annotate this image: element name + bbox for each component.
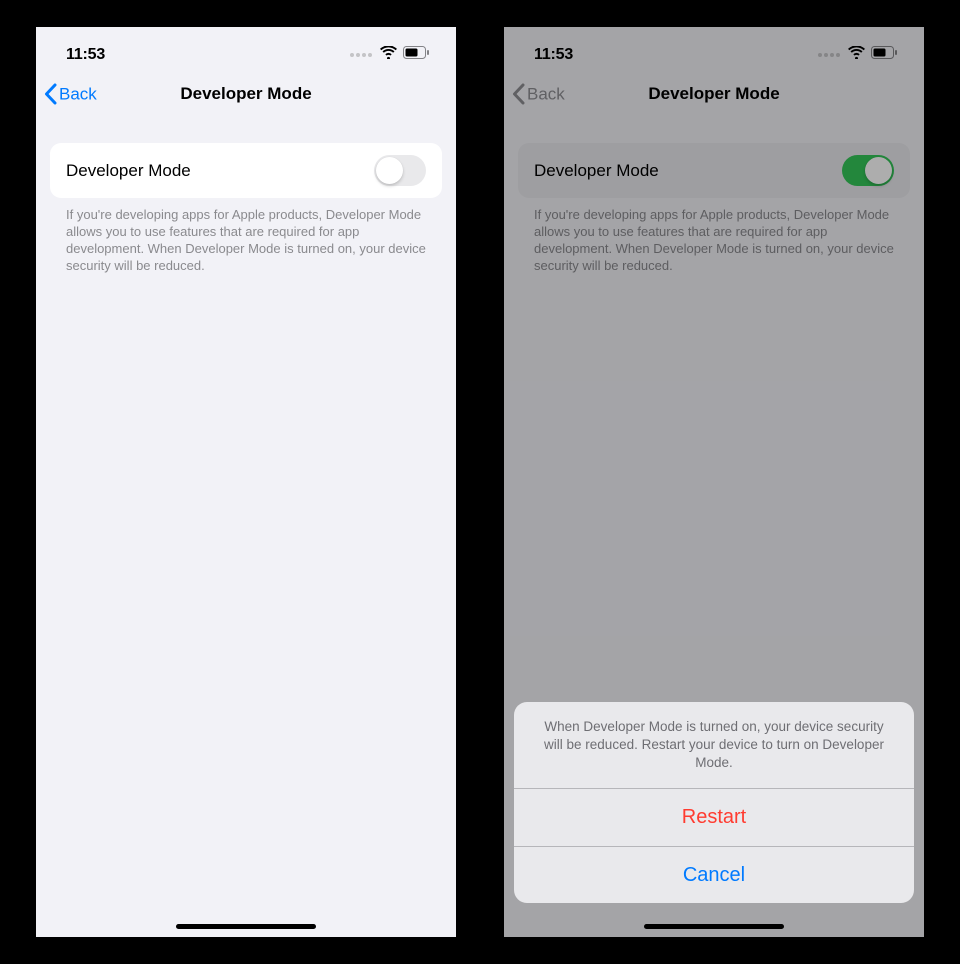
cellular-icon	[350, 53, 372, 57]
restart-button[interactable]: Restart	[514, 789, 914, 846]
status-bar: 11:53	[36, 27, 456, 73]
status-time: 11:53	[66, 46, 105, 64]
status-right	[350, 46, 430, 64]
chevron-left-icon	[44, 84, 57, 105]
battery-icon	[403, 46, 430, 64]
cancel-button[interactable]: Cancel	[514, 846, 914, 903]
action-sheet: When Developer Mode is turned on, your d…	[514, 702, 914, 903]
developer-mode-toggle[interactable]	[374, 155, 426, 186]
action-sheet-message: When Developer Mode is turned on, your d…	[514, 702, 914, 789]
home-indicator[interactable]	[644, 924, 784, 929]
developer-mode-row[interactable]: Developer Mode	[50, 143, 442, 198]
home-indicator[interactable]	[176, 924, 316, 929]
phone-left: 11:53 Back Developer Mode Developer Mode…	[36, 27, 456, 937]
back-label: Back	[59, 84, 97, 104]
page-title: Developer Mode	[180, 84, 311, 104]
developer-mode-description: If you're developing apps for Apple prod…	[50, 198, 442, 274]
content: Developer Mode If you're developing apps…	[36, 115, 456, 274]
developer-mode-label: Developer Mode	[66, 161, 191, 181]
back-button[interactable]: Back	[44, 84, 97, 105]
action-sheet-group: When Developer Mode is turned on, your d…	[514, 702, 914, 903]
wifi-icon	[380, 46, 397, 64]
phone-right: 11:53 Back Developer Mode Developer Mode…	[504, 27, 924, 937]
nav-bar: Back Developer Mode	[36, 73, 456, 115]
